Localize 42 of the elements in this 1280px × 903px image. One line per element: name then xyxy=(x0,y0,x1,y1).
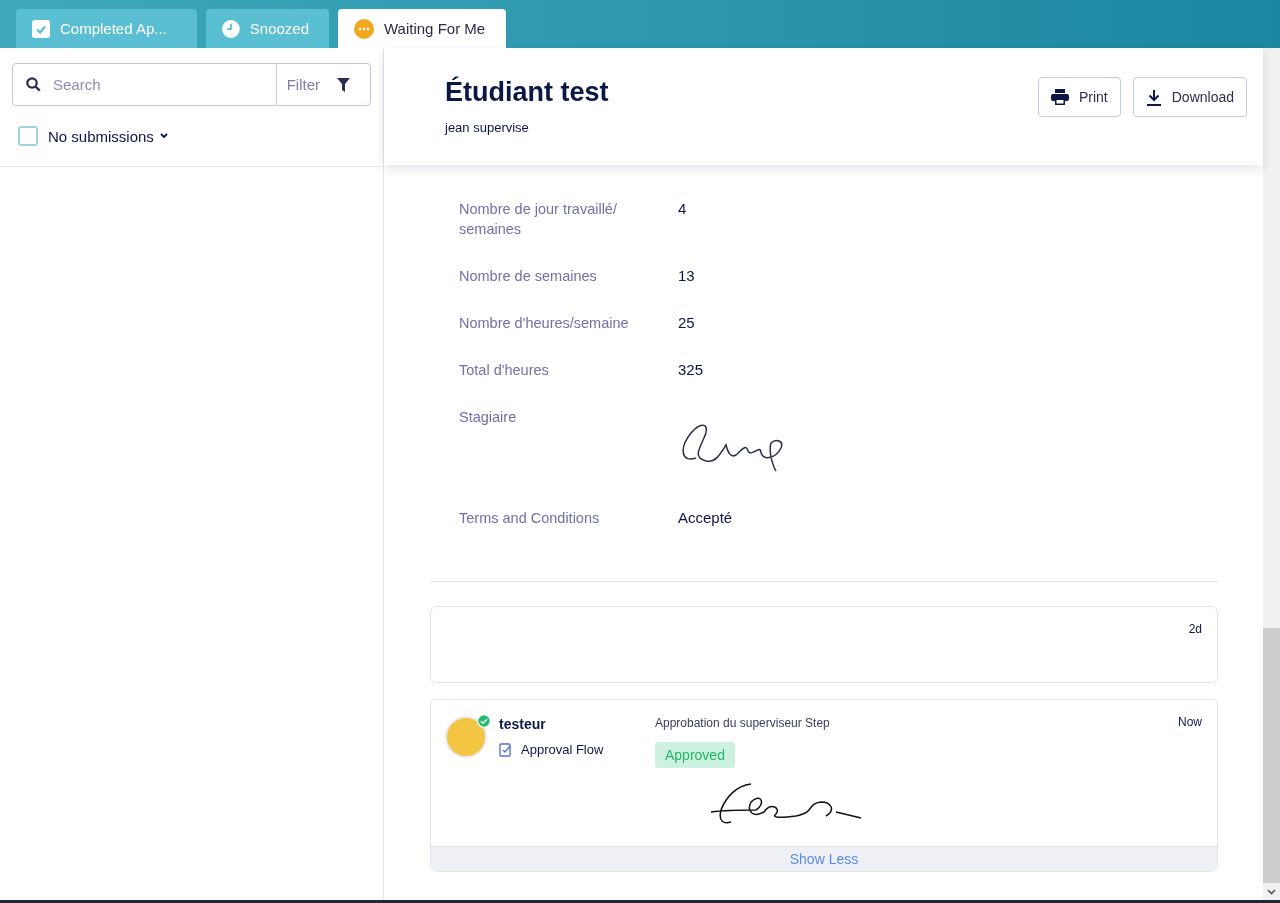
tab[interactable]: Completed Ap... xyxy=(16,9,197,48)
chevron-down-icon xyxy=(159,133,168,139)
subtitle: jean supervise xyxy=(445,120,530,135)
search-field[interactable]: Search Filter xyxy=(12,63,371,106)
field-label: Stagiaire xyxy=(459,408,518,427)
field-label: Nombre de semaines xyxy=(459,267,598,286)
timestamp: 2d xyxy=(1188,622,1202,636)
scrollbar-thumb[interactable] xyxy=(1263,628,1280,883)
field-value: 4 xyxy=(678,199,687,219)
clock-icon xyxy=(222,18,240,39)
field-value: Accepté xyxy=(678,508,733,528)
flow-name: Approval Flow xyxy=(521,742,604,757)
tab[interactable]: Waiting For Me xyxy=(338,9,506,48)
form-check-icon xyxy=(499,742,513,757)
print-button[interactable]: Print xyxy=(1037,77,1121,117)
search-icon xyxy=(26,77,41,92)
field-label: Nombre d'heures/semaine xyxy=(459,314,630,333)
filter-icon xyxy=(337,77,350,92)
field-value: 13 xyxy=(678,266,695,286)
tab[interactable]: Snoozed xyxy=(206,9,329,48)
chevron-down-icon[interactable] xyxy=(1267,888,1276,895)
field-value: 325 xyxy=(678,360,704,380)
status-badge: Approved xyxy=(655,742,735,768)
field-value: 25 xyxy=(678,313,695,333)
field-label: Nombre de jour travaillé/ semaines xyxy=(459,200,618,239)
more-icon xyxy=(354,18,374,39)
print-icon xyxy=(1050,89,1069,105)
submissions-dropdown[interactable]: No submissions xyxy=(48,127,168,145)
user-name: testeur xyxy=(499,716,547,732)
timestamp: Now xyxy=(1178,715,1202,729)
field-label: Terms and Conditions xyxy=(459,509,601,528)
scrollbar[interactable] xyxy=(1263,48,1280,900)
step-name: Approbation du superviseur Step xyxy=(655,716,830,730)
checkbox-icon xyxy=(32,19,50,38)
avatar xyxy=(445,716,487,758)
download-icon xyxy=(1145,88,1162,106)
checkbox[interactable] xyxy=(18,126,38,146)
download-button[interactable]: Download xyxy=(1132,77,1247,117)
filter-button[interactable]: Filter xyxy=(275,64,370,105)
show-less-button[interactable]: Show Less xyxy=(431,846,1217,871)
page-title: Étudiant test xyxy=(445,77,609,108)
field-label: Total d'heures xyxy=(459,361,550,380)
